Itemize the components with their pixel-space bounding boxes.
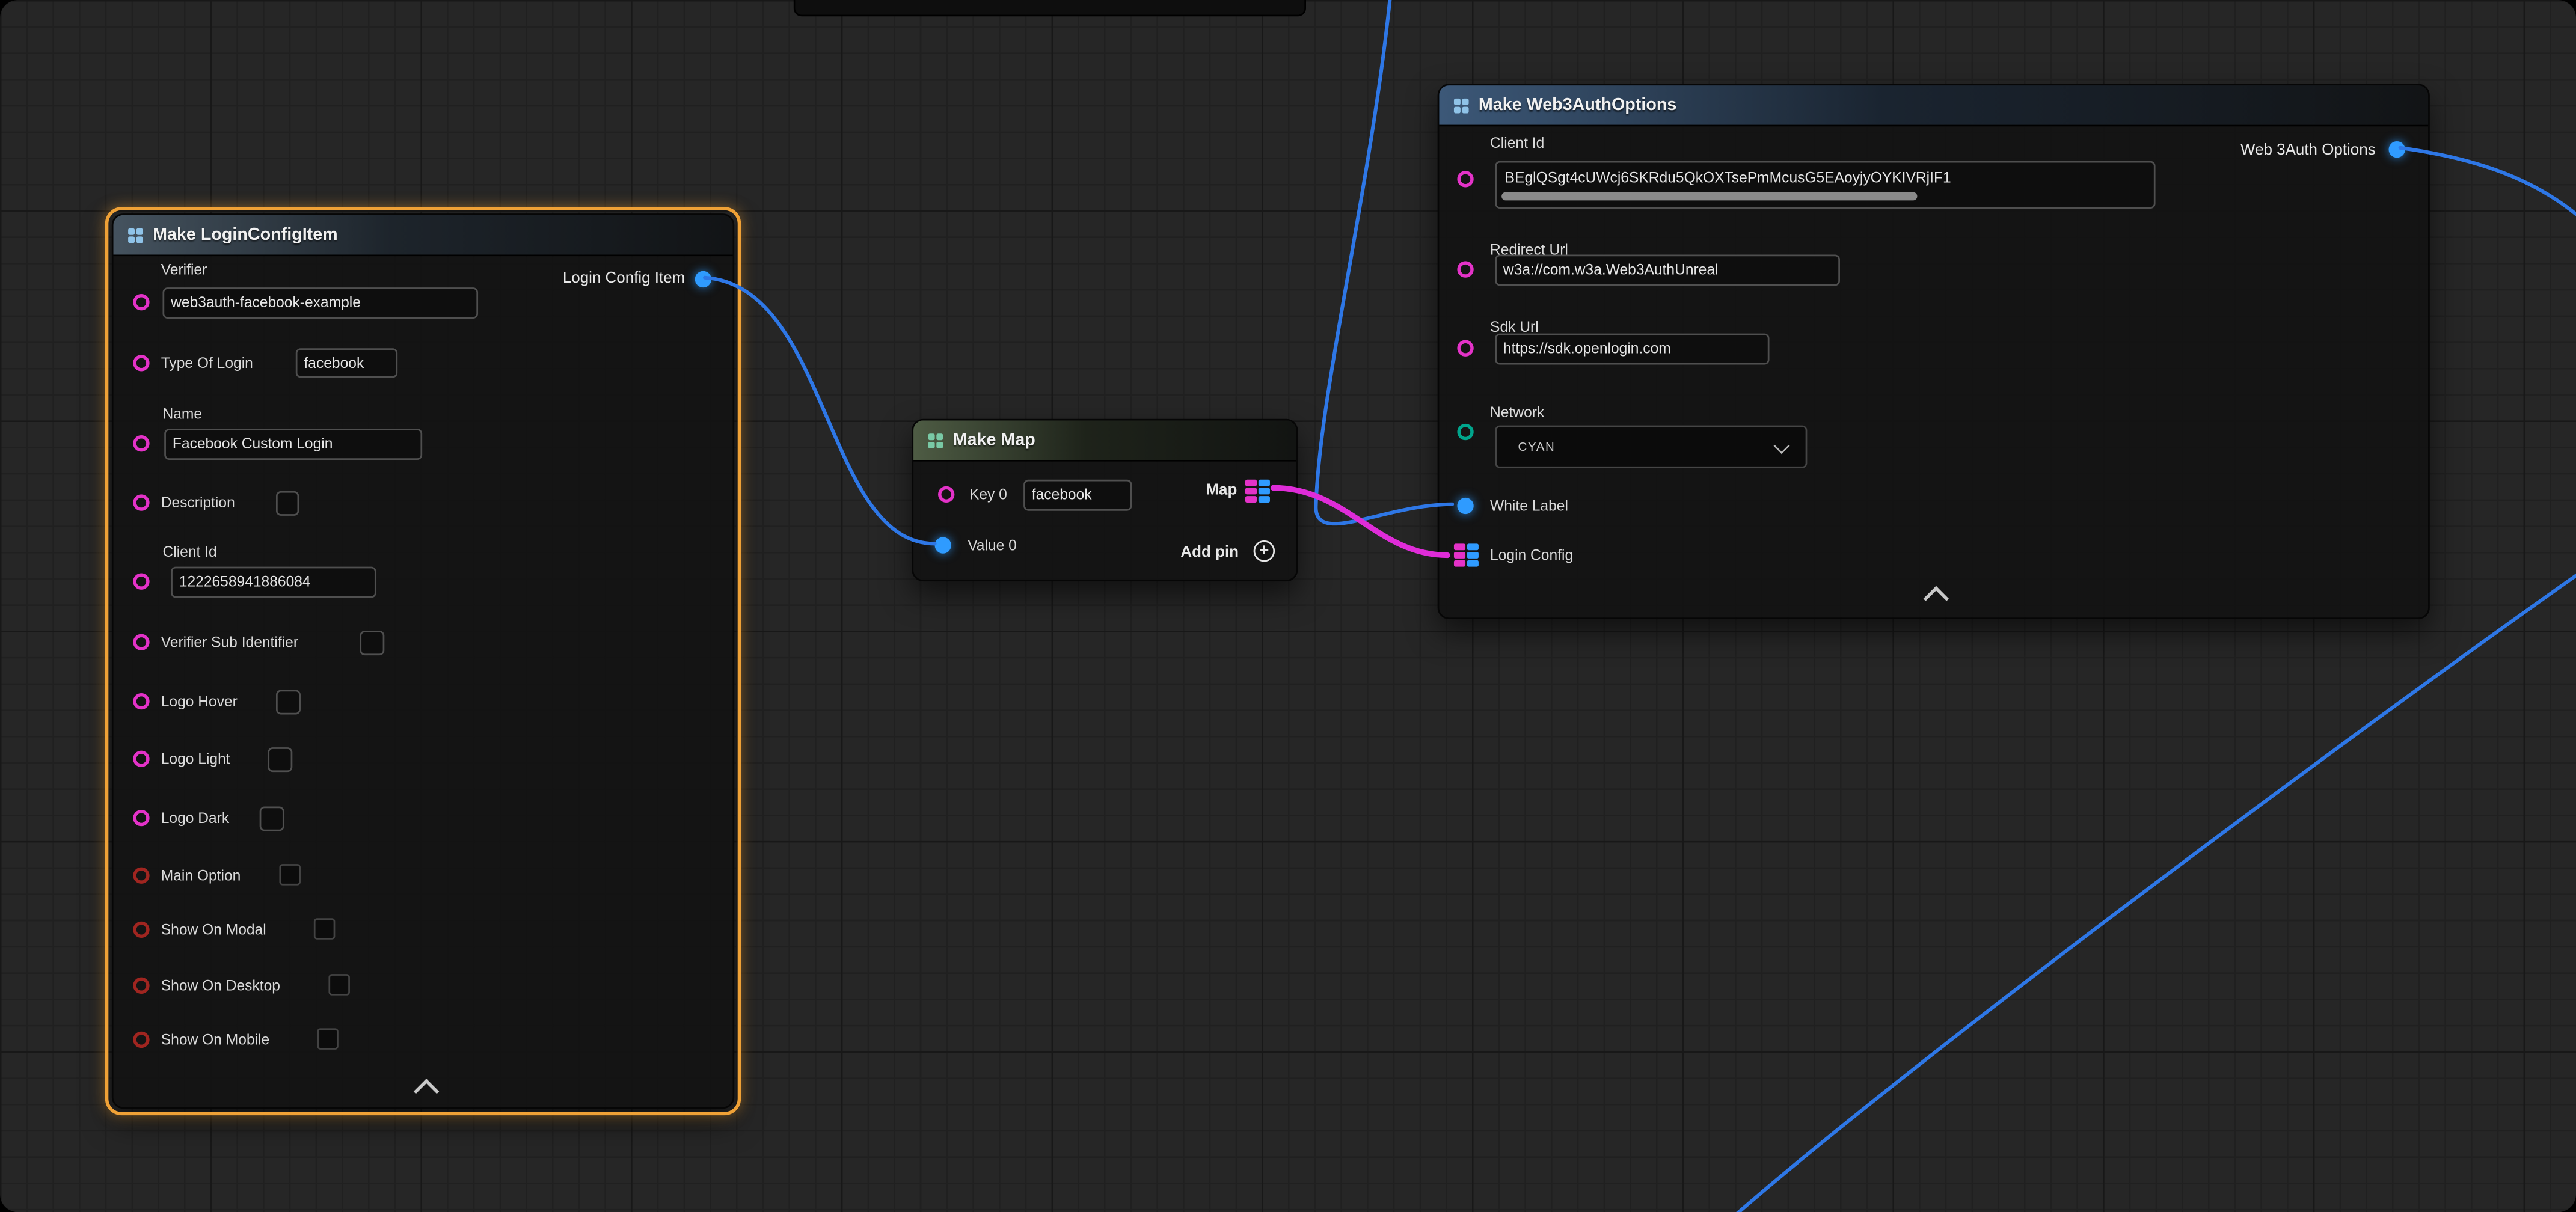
- node-make-web3authoptions[interactable]: Make Web3AuthOptions Web 3Auth Options C…: [1438, 84, 2430, 619]
- pin-web3auth-options-output[interactable]: [2389, 141, 2405, 158]
- pin-label-logo-dark: Logo Dark: [161, 810, 229, 828]
- pin-label-verifier-sub-identifier: Verifier Sub Identifier: [161, 634, 298, 652]
- pin-label-client-id: Client Id: [1490, 135, 1544, 153]
- offscreen-node-edge: [794, 0, 1306, 16]
- show-on-desktop-checkbox[interactable]: [328, 974, 350, 996]
- node-header[interactable]: Make LoginConfigItem: [114, 215, 733, 256]
- client-id-input[interactable]: 1222658941886084: [171, 567, 376, 598]
- blueprint-editor-window: Make LoginConfigItem Login Config Item V…: [0, 0, 2576, 1212]
- pin-label-logo-hover: Logo Hover: [161, 693, 238, 711]
- pin-value-0[interactable]: [935, 537, 951, 553]
- redirect-url-input[interactable]: w3a://com.w3a.Web3AuthUnreal: [1495, 254, 1840, 286]
- pin-label-main-option: Main Option: [161, 868, 241, 886]
- pin-show-on-desktop[interactable]: [133, 978, 149, 994]
- pin-label-client-id: Client Id: [162, 543, 216, 562]
- pin-description[interactable]: [133, 494, 149, 510]
- make-struct-icon: [128, 227, 143, 242]
- output-label-login-config-item: Login Config Item: [563, 269, 685, 287]
- pin-label-description: Description: [161, 494, 235, 512]
- pin-logo-hover[interactable]: [133, 693, 149, 709]
- pin-label-show-on-mobile: Show On Mobile: [161, 1032, 269, 1050]
- node-header[interactable]: Make Web3AuthOptions: [1439, 85, 2428, 126]
- node-make-loginconfigitem[interactable]: Make LoginConfigItem Login Config Item V…: [112, 213, 734, 1109]
- pin-verifier-sub-identifier[interactable]: [133, 634, 149, 650]
- pin-label-white-label: White Label: [1490, 498, 1568, 516]
- wire-offscreen-diagonal[interactable]: [1735, 574, 2576, 1212]
- network-dropdown-value: CYAN: [1518, 439, 1555, 454]
- pin-sdk-url[interactable]: [1457, 340, 1473, 357]
- node-make-map[interactable]: Make Map Key 0 facebook Value 0 Map Add …: [912, 419, 1298, 581]
- output-label-web3auth-options: Web 3Auth Options: [2240, 141, 2376, 159]
- pin-label-show-on-desktop: Show On Desktop: [161, 978, 280, 996]
- pin-label-value-0: Value 0: [968, 537, 1017, 555]
- pin-show-on-modal[interactable]: [133, 922, 149, 938]
- pin-label-login-config: Login Config: [1490, 547, 1573, 565]
- pin-name[interactable]: [133, 435, 149, 451]
- make-map-icon: [928, 433, 943, 448]
- node-title: Make LoginConfigItem: [153, 225, 338, 245]
- client-id-text: BEglQSgt4cUWcj6SKRdu5QkOXTsePmMcusG5EAoy…: [1505, 169, 2147, 187]
- client-id-scrollbar[interactable]: [1501, 192, 1917, 201]
- type-of-login-input[interactable]: facebook: [296, 348, 397, 378]
- pin-type-of-login[interactable]: [133, 355, 149, 371]
- verifier-sub-identifier-input[interactable]: [360, 631, 384, 655]
- pin-label-type-of-login: Type Of Login: [161, 355, 253, 373]
- logo-hover-input[interactable]: [276, 690, 301, 714]
- node-title: Make Map: [953, 430, 1035, 450]
- pin-label-network: Network: [1490, 404, 1544, 422]
- show-on-mobile-checkbox[interactable]: [317, 1028, 339, 1050]
- blueprint-graph-canvas[interactable]: Make LoginConfigItem Login Config Item V…: [0, 0, 2576, 1212]
- node-header[interactable]: Make Map: [913, 420, 1296, 461]
- chevron-down-icon: [1773, 438, 1789, 454]
- pin-label-name: Name: [162, 406, 202, 424]
- sdk-url-input[interactable]: https://sdk.openlogin.com: [1495, 334, 1769, 365]
- pin-label-show-on-modal: Show On Modal: [161, 922, 266, 940]
- name-input[interactable]: Facebook Custom Login: [164, 429, 422, 460]
- pin-white-label[interactable]: [1457, 498, 1473, 514]
- make-struct-icon: [1454, 98, 1469, 113]
- pin-logo-dark[interactable]: [133, 810, 149, 826]
- collapse-chevron-icon[interactable]: [1924, 586, 1949, 612]
- add-pin-label[interactable]: Add pin: [1180, 543, 1239, 562]
- add-pin-icon[interactable]: +: [1254, 540, 1275, 562]
- node-title: Make Web3AuthOptions: [1479, 95, 1676, 115]
- verifier-input[interactable]: web3auth-facebook-example: [162, 287, 478, 319]
- network-dropdown[interactable]: CYAN: [1495, 426, 1807, 468]
- wire-loginconfigitem-to-value0[interactable]: [705, 278, 934, 544]
- description-input[interactable]: [276, 491, 299, 516]
- logo-light-input[interactable]: [268, 747, 292, 772]
- show-on-modal-checkbox[interactable]: [314, 918, 336, 940]
- wire-top-to-whitelabel[interactable]: [1316, 0, 1452, 524]
- output-label-map: Map: [1206, 482, 1237, 500]
- pin-map-output[interactable]: [1245, 480, 1269, 502]
- pin-login-config-item-output[interactable]: [695, 271, 711, 287]
- pin-label-key-0: Key 0: [969, 486, 1007, 504]
- pin-network[interactable]: [1457, 424, 1473, 440]
- pin-key-0[interactable]: [938, 486, 954, 503]
- pin-client-id[interactable]: [1457, 171, 1473, 187]
- pin-label-logo-light: Logo Light: [161, 751, 230, 769]
- pin-client-id[interactable]: [133, 574, 149, 590]
- pin-redirect-url[interactable]: [1457, 261, 1473, 277]
- pin-show-on-mobile[interactable]: [133, 1032, 149, 1048]
- logo-dark-input[interactable]: [260, 806, 284, 831]
- client-id-input[interactable]: BEglQSgt4cUWcj6SKRdu5QkOXTsePmMcusG5EAoy…: [1495, 161, 2155, 209]
- pin-login-config[interactable]: [1454, 543, 1478, 566]
- wire-map-to-loginconfig[interactable]: [1273, 488, 1447, 555]
- key-0-input[interactable]: facebook: [1023, 480, 1132, 511]
- collapse-chevron-icon[interactable]: [414, 1079, 440, 1104]
- pin-main-option[interactable]: [133, 868, 149, 884]
- main-option-checkbox[interactable]: [279, 864, 301, 886]
- pin-label-verifier: Verifier: [161, 261, 207, 279]
- pin-logo-light[interactable]: [133, 751, 149, 767]
- pin-verifier[interactable]: [133, 294, 149, 310]
